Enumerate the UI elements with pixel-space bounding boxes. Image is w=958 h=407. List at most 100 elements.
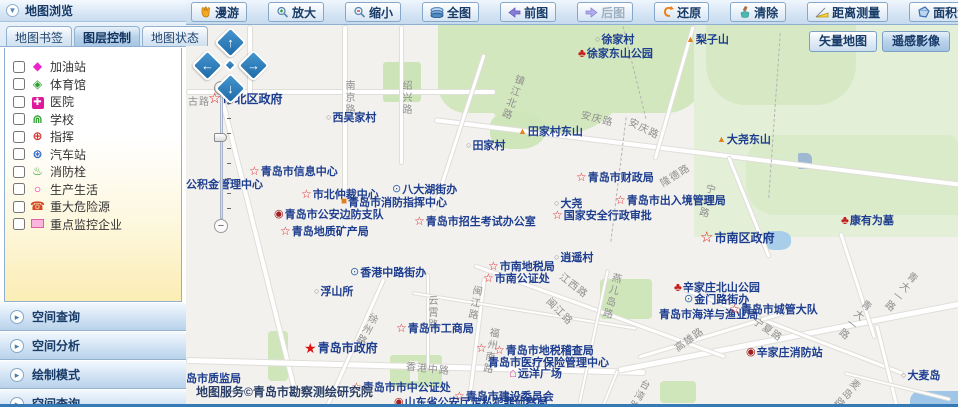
- layer-checkbox-重大危险源[interactable]: [13, 201, 25, 213]
- map-browse-panel-header[interactable]: ▼ 地图浏览: [0, 0, 186, 22]
- accordion-空间分析[interactable]: ▸空间分析: [0, 331, 186, 360]
- sidebar: ▼ 地图浏览 地图书签图层控制地图状态 ◆加油站◈体育馆✚医院⋒学校⊕指挥⊛汽车…: [0, 0, 186, 404]
- map-label-text: 香港中路街办: [360, 264, 426, 280]
- bus-station-icon: ⊛: [30, 148, 45, 161]
- restore-icon: [662, 6, 674, 18]
- legend-label: 生产生活: [50, 181, 98, 198]
- base-layer-switcher: 矢量地图遥感影像: [809, 31, 950, 52]
- map-label-text: 辛家庄消防站: [757, 344, 823, 360]
- road-label-麦岛路: 麦岛路: [828, 374, 863, 404]
- toolbar-button-zoom-in[interactable]: 放大: [268, 2, 324, 22]
- layer-checkbox-医院[interactable]: [13, 96, 25, 108]
- map-label-text: 大麦岛: [907, 367, 940, 383]
- tab-地图状态[interactable]: 地图状态: [142, 26, 208, 46]
- layer-checkbox-指挥[interactable]: [13, 131, 25, 143]
- hill-area: [746, 135, 958, 215]
- gas-station-icon: ◆: [30, 60, 45, 73]
- pan-down-button[interactable]: ↓: [214, 72, 247, 105]
- toolbar-button-pan-hand[interactable]: 漫游: [191, 2, 247, 22]
- zoom-slider-handle[interactable]: [214, 133, 227, 142]
- layer-checkbox-学校[interactable]: [13, 113, 25, 125]
- pan-up-button[interactable]: ↑: [214, 26, 247, 59]
- zoom-out-slider-button[interactable]: −: [214, 219, 228, 233]
- map-toolbar: 漫游放大缩小全图前图后图还原清除距离测量面积测量图例: [186, 0, 958, 25]
- circle-marker-icon: ○: [326, 112, 331, 122]
- toolbar-button-distance-measure[interactable]: 距离测量: [807, 2, 888, 22]
- zoom-level-tick: [227, 208, 231, 209]
- toolbar-button-next-view[interactable]: 后图: [577, 2, 633, 22]
- hospital-icon: ✚: [30, 95, 45, 109]
- toolbar-button-restore[interactable]: 还原: [654, 2, 709, 22]
- map-label-田家村: ○田家村: [466, 137, 505, 153]
- legend-row-汽车站: ⊛汽车站: [13, 146, 175, 164]
- map-label-青岛市出入境管理局: ☆青岛市出入境管理局: [615, 192, 726, 208]
- map-label-text: 青岛地质矿产局: [292, 223, 369, 239]
- map-canvas[interactable]: ↑ ↓ ← → + − 矢量地图遥感影像 地图服务©青岛市勘察测绘研究院 ○徐家…: [186, 25, 958, 404]
- map-label-text: 徐家东山公园: [587, 45, 653, 61]
- disc-marker-icon: ◉: [274, 209, 284, 219]
- layer-checkbox-消防栓[interactable]: [13, 166, 25, 178]
- toolbar-button-label: 放大: [292, 4, 316, 21]
- map-label-text: 青岛市出入境管理局: [627, 192, 726, 208]
- zoom-level-tick: [227, 178, 231, 179]
- map-label-text: 青岛市政府: [318, 339, 378, 356]
- dot-circle-marker-icon: ⊙: [684, 294, 693, 304]
- school-icon: ⋒: [30, 113, 45, 126]
- hazard-icon: ☎: [30, 200, 45, 213]
- zoom-level-tick: [227, 193, 231, 194]
- map-label-text: 青岛市财政局: [588, 169, 654, 185]
- layer-checkbox-体育馆[interactable]: [13, 78, 25, 90]
- circle-marker-icon: ○: [314, 286, 319, 296]
- tab-图层控制[interactable]: 图层控制: [74, 26, 140, 46]
- map-marker: ☆: [476, 343, 487, 353]
- tab-地图书签[interactable]: 地图书签: [6, 26, 72, 46]
- legend-row-学校: ⋒学校: [13, 111, 175, 129]
- toolbar-button-prev-view[interactable]: 前图: [500, 2, 556, 22]
- map-label-text: 青岛市招生考试办公室: [426, 213, 536, 229]
- zoom-slider-track[interactable]: [220, 95, 223, 219]
- toolbar-button-label: 清除: [754, 4, 778, 21]
- toolbar-button-clear[interactable]: 清除: [730, 2, 786, 22]
- map-label-浮山所: ○浮山所: [314, 283, 353, 299]
- accordion-空间查询[interactable]: ▸空间查询: [0, 302, 186, 331]
- toolbar-button-label: 前图: [524, 4, 548, 21]
- distance-measure-icon: [815, 7, 829, 18]
- layer-checkbox-重点监控企业[interactable]: [13, 218, 25, 230]
- layer-checkbox-生产生活[interactable]: [13, 183, 25, 195]
- base-layer-button-矢量地图[interactable]: 矢量地图: [809, 31, 877, 52]
- pan-right-button[interactable]: →: [237, 49, 270, 82]
- layer-checkbox-汽车站[interactable]: [13, 148, 25, 160]
- toolbar-button-area-measure[interactable]: 面积测量: [909, 2, 958, 22]
- expand-arrow-icon: ▸: [10, 339, 24, 353]
- park-area: [660, 381, 696, 403]
- accordion-绘制模式[interactable]: ▸绘制模式: [0, 360, 186, 389]
- toolbar-button-label: 缩小: [369, 4, 393, 21]
- map-label-香港中路街办: ⊙香港中路街办: [350, 264, 426, 280]
- star-marker-icon: ☆: [301, 189, 312, 199]
- map-label-text: 浮山所: [320, 283, 353, 299]
- toolbar-button-zoom-out[interactable]: 缩小: [345, 2, 401, 22]
- map-label-徐家东山公园: ♣徐家东山公园: [578, 45, 653, 61]
- map-label-青岛市公安边防支队: ◉青岛市公安边防支队: [274, 206, 384, 222]
- zoom-out-icon: [353, 6, 366, 19]
- zoom-level-tick: [227, 163, 231, 164]
- collapse-arrow-icon[interactable]: ▼: [6, 4, 19, 17]
- pan-left-button[interactable]: ←: [191, 49, 224, 82]
- star-marker-icon: ☆: [414, 216, 425, 226]
- map-label-text: 青岛市城管大队: [741, 301, 818, 317]
- legend-row-重大危险源: ☎ 重大危险源: [13, 198, 175, 216]
- gym-icon: ◈: [30, 78, 45, 91]
- toolbar-button-full-extent[interactable]: 全图: [422, 2, 479, 22]
- map-label-text: 青岛市市中公证处: [363, 379, 451, 395]
- map-label-远洋广场: ⌂远洋广场: [509, 365, 562, 381]
- star-marker-icon: ☆: [249, 166, 260, 176]
- map-label-text: 康有为墓: [850, 212, 894, 228]
- map-label-text: 青岛市工商局: [408, 320, 474, 336]
- circle-marker-icon: ○: [595, 34, 600, 44]
- base-layer-button-遥感影像[interactable]: 遥感影像: [882, 31, 950, 52]
- map-label-梨子山: ▲梨子山: [686, 31, 729, 47]
- pan-center-button[interactable]: [223, 58, 237, 72]
- legend-label: 重大危险源: [50, 198, 110, 215]
- dot-circle-marker-icon: ⊙: [350, 267, 359, 277]
- layer-checkbox-加油站[interactable]: [13, 61, 25, 73]
